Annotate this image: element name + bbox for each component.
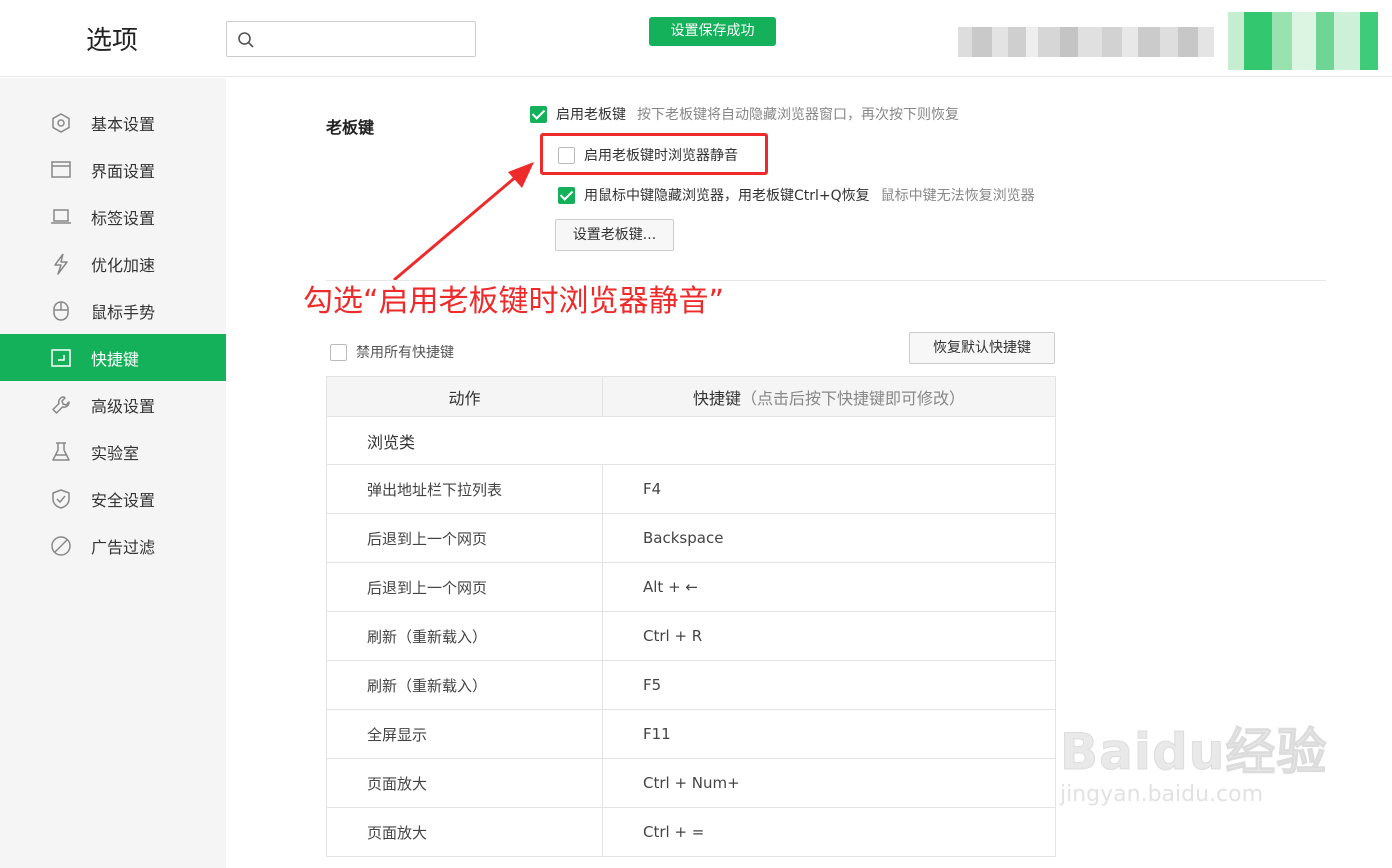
sidebar-item-label: 实验室 — [91, 443, 140, 463]
sidebar-item-mouse-gesture[interactable]: 鼠标手势 — [0, 287, 226, 334]
search-icon — [238, 32, 254, 48]
block-icon — [51, 536, 71, 556]
row-action: 页面放大 — [326, 807, 603, 857]
sidebar-item-interface[interactable]: 界面设置 — [0, 146, 226, 193]
option-label: 用鼠标中键隐藏浏览器，用老板键Ctrl+Q恢复 — [584, 188, 870, 204]
option-hint: 按下老板键将自动隐藏浏览器窗口，再次按下则恢复 — [637, 107, 959, 123]
checkbox-disable-all-shortcuts[interactable] — [330, 343, 347, 361]
table-row[interactable]: 页面放大 Ctrl + = — [326, 807, 1056, 857]
sidebar-item-label: 界面设置 — [91, 161, 156, 181]
sidebar-item-tabs[interactable]: 标签设置 — [0, 193, 226, 240]
table-group-row: 浏览类 — [326, 416, 1056, 465]
sidebar-item-label: 优化加速 — [91, 255, 156, 275]
set-boss-key-button[interactable]: 设置老板键... — [555, 219, 674, 251]
checkbox-enable-boss-key[interactable] — [530, 105, 547, 123]
row-shortcut[interactable]: Ctrl + Num+ — [602, 758, 1056, 808]
sidebar-item-label: 鼠标手势 — [91, 302, 156, 322]
watermark-brand: Baidu经验 — [1059, 723, 1328, 782]
row-action: 后退到上一个网页 — [326, 513, 603, 563]
sidebar-item-shortcuts[interactable]: 快捷键 — [0, 334, 226, 381]
mouse-icon — [53, 301, 69, 321]
column-header-key-label: 快捷键 — [692, 388, 741, 408]
wrench-icon — [52, 396, 70, 414]
sidebar-item-adblock[interactable]: 广告过滤 — [0, 522, 226, 569]
table-header: 动作 快捷键（点击后按下快捷键即可修改） — [326, 376, 1056, 417]
annotation-arrow — [393, 162, 534, 282]
annotation-text: 勾选“启用老板键时浏览器静音” — [303, 284, 725, 319]
row-shortcut[interactable]: F5 — [602, 660, 1056, 710]
page-title: 选项 — [86, 26, 139, 56]
column-header-key: 快捷键（点击后按下快捷键即可修改） — [602, 376, 1056, 417]
sidebar-item-optimize[interactable]: 优化加速 — [0, 240, 226, 287]
lightning-icon — [54, 253, 68, 275]
group-label: 浏览类 — [326, 416, 1056, 465]
table-row[interactable]: 弹出地址栏下拉列表 F4 — [326, 464, 1056, 514]
row-action: 刷新（重新载入） — [326, 611, 603, 661]
table-row[interactable]: 后退到上一个网页 Alt + ← — [326, 562, 1056, 612]
option-disable-all-shortcuts[interactable]: 禁用所有快捷键 — [330, 342, 454, 362]
settings-hex-icon — [52, 113, 70, 133]
watermark: Baidu经验 jingyan.baidu.com — [1059, 712, 1328, 808]
sidebar-item-label: 广告过滤 — [91, 537, 156, 557]
option-enable-boss-key[interactable]: 启用老板键 按下老板键将自动隐藏浏览器窗口，再次按下则恢复 — [530, 104, 959, 124]
shield-icon — [52, 489, 70, 509]
watermark-url: jingyan.baidu.com — [1060, 782, 1264, 807]
column-header-action: 动作 — [326, 376, 603, 417]
column-header-key-hint: （点击后按下快捷键即可修改） — [741, 388, 966, 408]
sidebar-item-label: 基本设置 — [91, 114, 156, 134]
table-row[interactable]: 页面放大 Ctrl + Num+ — [326, 758, 1056, 808]
blurred-account-info — [958, 27, 1214, 57]
row-action: 刷新（重新载入） — [326, 660, 603, 710]
flask-icon — [52, 442, 70, 461]
sidebar: 基本设置 界面设置 标签设置 优化加速 鼠标手势 快捷键 高级设置 实验室 安全… — [0, 78, 226, 868]
sidebar-item-label: 高级设置 — [91, 396, 156, 416]
table-row[interactable]: 后退到上一个网页 Backspace — [326, 513, 1056, 563]
sidebar-item-label: 安全设置 — [91, 490, 156, 510]
row-action: 页面放大 — [326, 758, 603, 808]
table-row[interactable]: 刷新（重新载入） Ctrl + R — [326, 611, 1056, 661]
shortcut-table: 动作 快捷键（点击后按下快捷键即可修改） 浏览类 弹出地址栏下拉列表 F4 后退… — [326, 376, 1056, 857]
save-success-toast: 设置保存成功 — [649, 17, 776, 46]
row-action: 弹出地址栏下拉列表 — [326, 464, 603, 514]
blurred-user-badge — [1228, 12, 1378, 70]
sidebar-item-label: 快捷键 — [91, 349, 140, 369]
row-action: 全屏显示 — [326, 709, 603, 759]
sidebar-item-basic[interactable]: 基本设置 — [0, 99, 226, 146]
checkbox-middle-click-hide[interactable] — [558, 186, 575, 204]
sidebar-item-lab[interactable]: 实验室 — [0, 428, 226, 475]
row-shortcut[interactable]: F4 — [602, 464, 1056, 514]
row-action: 后退到上一个网页 — [326, 562, 603, 612]
option-hint: 鼠标中键无法恢复浏览器 — [880, 188, 1035, 204]
table-row[interactable]: 全屏显示 F11 — [326, 709, 1056, 759]
sidebar-item-advanced[interactable]: 高级设置 — [0, 381, 226, 428]
row-shortcut[interactable]: Alt + ← — [602, 562, 1056, 612]
keyboard-icon — [51, 349, 71, 367]
window-icon — [51, 161, 71, 178]
row-shortcut[interactable]: F11 — [602, 709, 1056, 759]
search-input[interactable] — [226, 21, 476, 57]
sidebar-item-security[interactable]: 安全设置 — [0, 475, 226, 522]
sidebar-item-label: 标签设置 — [91, 208, 156, 228]
row-shortcut[interactable]: Backspace — [602, 513, 1056, 563]
row-shortcut[interactable]: Ctrl + R — [602, 611, 1056, 661]
option-label: 禁用所有快捷键 — [356, 345, 454, 361]
header-bar: 选项 设置保存成功 — [0, 0, 1392, 77]
table-row[interactable]: 刷新（重新载入） F5 — [326, 660, 1056, 710]
restore-default-shortcuts-button[interactable]: 恢复默认快捷键 — [909, 332, 1055, 364]
tab-icon — [51, 209, 71, 224]
row-shortcut[interactable]: Ctrl + = — [602, 807, 1056, 857]
section-title-boss-key: 老板键 — [326, 118, 375, 137]
option-middle-click-hide[interactable]: 用鼠标中键隐藏浏览器，用老板键Ctrl+Q恢复 鼠标中键无法恢复浏览器 — [558, 185, 1035, 205]
option-label: 启用老板键 — [556, 107, 626, 123]
highlight-box — [540, 133, 768, 175]
